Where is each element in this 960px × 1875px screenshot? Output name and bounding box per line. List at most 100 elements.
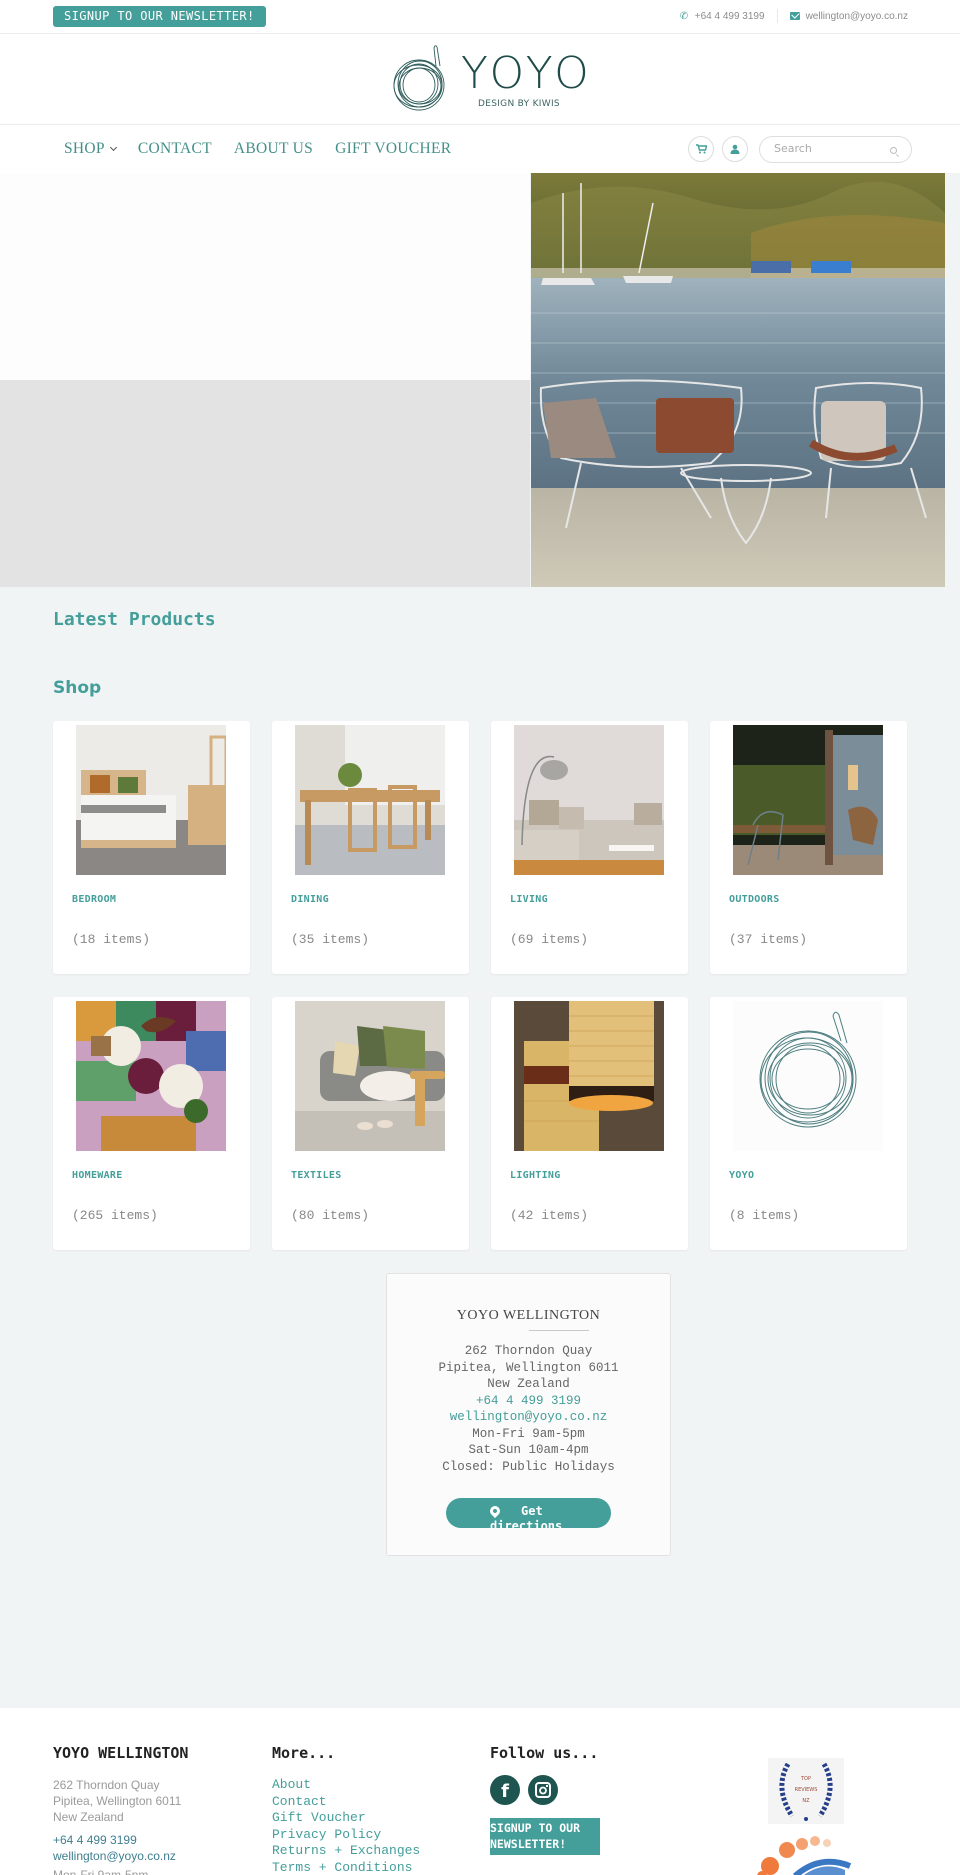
- textiles-image[interactable]: [295, 1001, 445, 1151]
- category-name[interactable]: LIVING: [510, 894, 548, 905]
- hero-left-panel-top: [0, 173, 530, 380]
- footer-address-line-2: Pipitea, Wellington 6011: [53, 1794, 182, 1808]
- footer-link-privacy-policy[interactable]: Privacy Policy: [272, 1827, 420, 1844]
- nav-gift-voucher[interactable]: GIFT VOUCHER: [335, 140, 451, 158]
- store-details: 262 Thorndon Quay Pipitea, Wellington 60…: [387, 1343, 670, 1475]
- store-hours-weekend: Sat-Sun 10am-4pm: [468, 1443, 589, 1457]
- category-name[interactable]: BEDROOM: [72, 894, 116, 905]
- category-name[interactable]: HOMEWARE: [72, 1170, 123, 1181]
- category-card-dining[interactable]: DINING (35 items): [272, 721, 469, 974]
- facebook-icon: f: [501, 1780, 509, 1802]
- account-button[interactable]: [722, 136, 748, 162]
- category-count: (265 items): [72, 1208, 158, 1223]
- category-card-outdoors[interactable]: OUTDOORS (37 items): [710, 721, 907, 974]
- nav-shop-label: SHOP: [64, 140, 105, 157]
- logo-tagline: DESIGN BY KIWIS: [478, 99, 560, 109]
- top-email-text[interactable]: wellington@yoyo.co.nz: [806, 11, 908, 22]
- category-card-yoyo[interactable]: YOYO (8 items): [710, 997, 907, 1250]
- hero-illustration: [531, 173, 945, 587]
- shop-heading: Shop: [53, 678, 102, 698]
- category-name[interactable]: OUTDOORS: [729, 894, 780, 905]
- category-name[interactable]: DINING: [291, 894, 329, 905]
- footer-follow-heading: Follow us...: [490, 1744, 599, 1762]
- category-count: (18 items): [72, 932, 151, 947]
- top-contact-info: ✆ +64 4 499 3199 wellington@yoyo.co.nz: [680, 0, 908, 32]
- cart-button[interactable]: [688, 136, 714, 162]
- store-email-link[interactable]: wellington@yoyo.co.nz: [387, 1409, 670, 1426]
- category-name[interactable]: YOYO: [729, 1170, 754, 1181]
- search-icon[interactable]: [890, 147, 897, 154]
- living-image[interactable]: [514, 725, 664, 875]
- hero-image-waterfront-chairs[interactable]: [531, 173, 945, 587]
- search-box[interactable]: [759, 136, 912, 163]
- newsletter-signup-button[interactable]: SIGNUP TO OUR NEWSLETTER!: [53, 6, 266, 27]
- yoyo-image[interactable]: [733, 1001, 883, 1151]
- nav-contact[interactable]: CONTACT: [138, 140, 212, 158]
- chevron-down-icon: [109, 143, 117, 151]
- footer-phone-link[interactable]: +64 4 499 3199: [53, 1832, 176, 1848]
- category-card-lighting[interactable]: LIGHTING (42 items): [491, 997, 688, 1250]
- store-address-line-1: 262 Thorndon Quay: [464, 1344, 593, 1358]
- nav-menu: SHOP CONTACT ABOUT US GIFT VOUCHER: [64, 140, 451, 158]
- hero-left-panel-bottom: [0, 380, 530, 587]
- yoyo-logo[interactable]: YOYO DESIGN BY KIWIS: [388, 42, 589, 117]
- category-name[interactable]: TEXTILES: [291, 1170, 342, 1181]
- footer-links: About Contact Gift Voucher Privacy Polic…: [272, 1777, 420, 1875]
- footer-link-returns[interactable]: Returns + Exchanges: [272, 1843, 420, 1860]
- dots-arc-logo-icon: [757, 1836, 852, 1875]
- category-card-bedroom[interactable]: BEDROOM (18 items): [53, 721, 250, 974]
- category-card-textiles[interactable]: TEXTILES (80 items): [272, 997, 469, 1250]
- footer-link-terms[interactable]: Terms + Conditions: [272, 1860, 420, 1875]
- category-count: (69 items): [510, 932, 589, 947]
- footer-contact: +64 4 499 3199 wellington@yoyo.co.nz: [53, 1832, 176, 1864]
- footer-link-gift-voucher[interactable]: Gift Voucher: [272, 1810, 420, 1827]
- get-directions-label: Get directions: [490, 1504, 563, 1528]
- category-card-living[interactable]: LIVING (69 items): [491, 721, 688, 974]
- top-email[interactable]: wellington@yoyo.co.nz: [789, 11, 908, 22]
- store-closed-note: Closed: Public Holidays: [442, 1459, 615, 1474]
- cart-icon: [695, 144, 707, 154]
- footer-newsletter-signup-button[interactable]: SIGNUP TO OUR NEWSLETTER!: [490, 1818, 600, 1855]
- top-phone[interactable]: ✆ +64 4 499 3199: [680, 11, 765, 22]
- footer-address-line-1: 262 Thorndon Quay: [53, 1778, 160, 1792]
- nav-about-us[interactable]: ABOUT US: [234, 140, 313, 158]
- phone-icon: ✆: [679, 10, 689, 22]
- store-title: YOYO WELLINGTON: [456, 1308, 601, 1323]
- get-directions-button[interactable]: Get directions: [446, 1498, 611, 1528]
- footer-link-contact[interactable]: Contact: [272, 1794, 420, 1811]
- store-phone-link[interactable]: +64 4 499 3199: [387, 1393, 670, 1410]
- search-input[interactable]: [774, 142, 884, 155]
- category-card-homeware[interactable]: HOMEWARE (265 items): [53, 997, 250, 1250]
- laurel-wreath-icon: TOP REVIEWS NZ: [779, 1762, 833, 1821]
- bedroom-image[interactable]: [76, 725, 226, 875]
- store-info-card: YOYO WELLINGTON 262 Thorndon Quay Pipite…: [386, 1273, 671, 1556]
- badge-text-nz: NZ: [802, 1798, 810, 1804]
- footer-newsletter-label: SIGNUP TO OUR NEWSLETTER!: [490, 1821, 581, 1851]
- lighting-image[interactable]: [514, 1001, 664, 1151]
- partner-badge[interactable]: [740, 1836, 870, 1875]
- instagram-link[interactable]: [528, 1775, 558, 1805]
- badge-text-reviews: REVIEWS: [795, 1787, 818, 1793]
- dining-image[interactable]: [295, 725, 445, 875]
- footer-store-heading: YOYO WELLINGTON: [53, 1744, 189, 1762]
- category-count: (80 items): [291, 1208, 370, 1223]
- homeware-image[interactable]: [76, 1001, 226, 1151]
- envelope-icon: [789, 12, 800, 20]
- logo-header: YOYO DESIGN BY KIWIS: [0, 34, 960, 125]
- category-count: (37 items): [729, 932, 808, 947]
- nav-shop[interactable]: SHOP: [64, 140, 117, 158]
- footer-email-link[interactable]: wellington@yoyo.co.nz: [53, 1848, 176, 1864]
- footer-hours: Mon-Fri 9am-5pm: [53, 1868, 149, 1875]
- category-count: (8 items): [729, 1208, 800, 1223]
- main-nav: SHOP CONTACT ABOUT US GIFT VOUCHER: [0, 125, 960, 173]
- top-phone-text[interactable]: +64 4 499 3199: [695, 11, 765, 22]
- outdoors-image[interactable]: [733, 725, 883, 875]
- user-icon: [730, 144, 740, 154]
- store-address-line-3: New Zealand: [487, 1377, 570, 1391]
- footer-link-about[interactable]: About: [272, 1777, 420, 1794]
- top-reviews-nz-badge[interactable]: TOP REVIEWS NZ: [768, 1758, 844, 1824]
- category-name[interactable]: LIGHTING: [510, 1170, 561, 1181]
- facebook-link[interactable]: f: [490, 1775, 520, 1805]
- category-count: (42 items): [510, 1208, 589, 1223]
- footer: YOYO WELLINGTON 262 Thorndon Quay Pipite…: [0, 1708, 960, 1875]
